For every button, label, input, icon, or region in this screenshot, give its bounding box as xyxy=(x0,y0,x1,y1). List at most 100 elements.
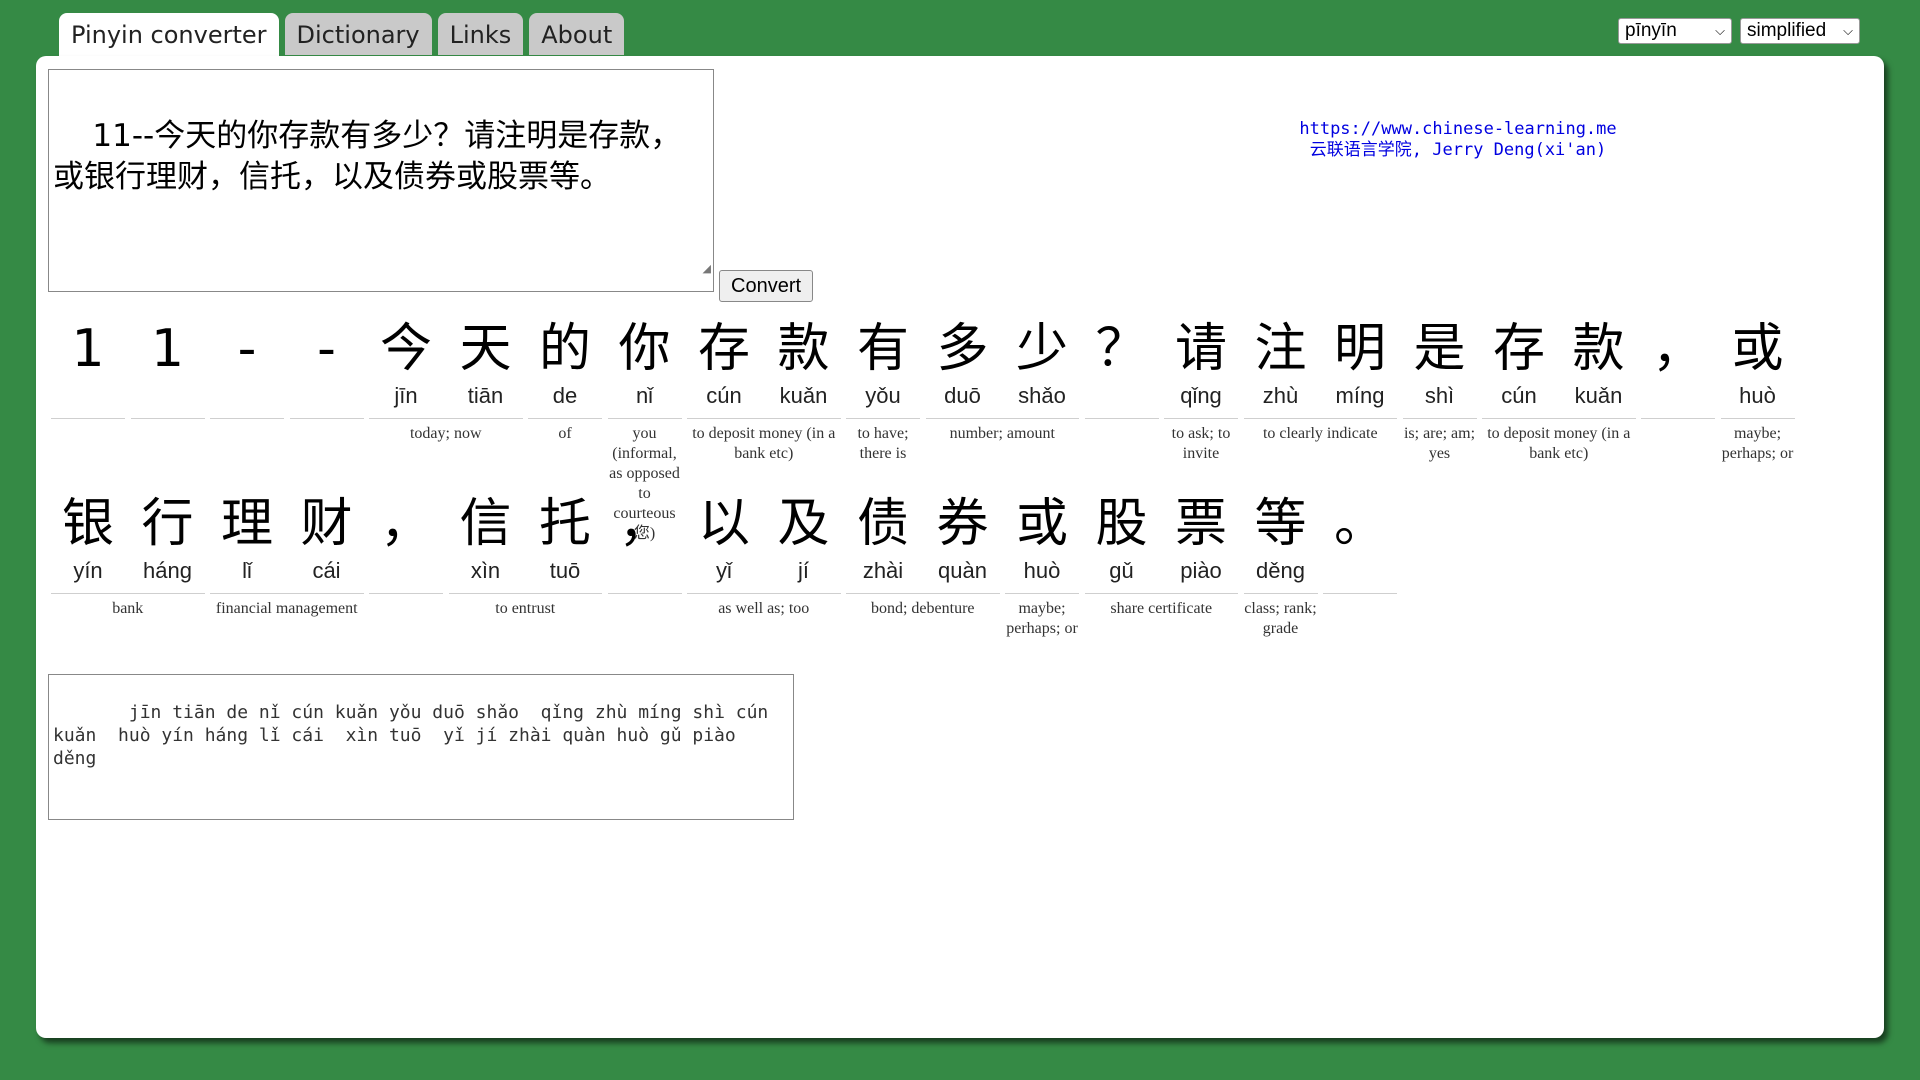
word-definition: to ask; to invite xyxy=(1171,425,1231,462)
hanzi: ， xyxy=(379,494,432,554)
resize-handle-icon[interactable]: ◢ xyxy=(703,248,711,289)
char-cell: 或 huò xyxy=(1005,491,1079,585)
word-divider xyxy=(687,593,841,594)
hanzi: 是 xyxy=(1413,319,1466,379)
pinyin: yǒu xyxy=(865,383,901,408)
hanzi: 或 xyxy=(1015,494,1068,554)
pinyin: quàn xyxy=(938,558,987,583)
hanzi: 。 xyxy=(1333,494,1386,554)
pinyin: cái xyxy=(312,558,341,583)
hanzi: - xyxy=(317,319,336,379)
pinyin: děng xyxy=(1256,558,1305,583)
hanzi: 存 xyxy=(697,319,750,379)
word-divider xyxy=(1164,418,1238,419)
tab-about[interactable]: About xyxy=(529,13,625,55)
word-divider xyxy=(846,418,920,419)
tone-mode-select[interactable]: pīnyīn ⌵ xyxy=(1618,18,1732,44)
pinyin: kuǎn xyxy=(1574,383,1623,408)
char-cell: 以 yǐ xyxy=(687,491,761,585)
word-definition: today; now xyxy=(409,425,482,442)
word-definition: bank xyxy=(112,600,144,617)
word-divider xyxy=(130,418,205,419)
hanzi: 1 xyxy=(71,319,105,379)
hanzi: ， xyxy=(1651,319,1704,379)
hanzi: 少 xyxy=(1015,319,1068,379)
pinyin: huò xyxy=(1739,383,1776,408)
word-divider xyxy=(51,593,205,594)
author-credit: 云联语言学院, Jerry Deng(xi'an) xyxy=(1309,140,1607,160)
word-divider xyxy=(210,418,284,419)
word-definition: to entrust xyxy=(495,600,556,617)
word-divider xyxy=(51,418,125,419)
pinyin xyxy=(369,557,443,585)
pinyin: gǔ xyxy=(1109,558,1134,583)
chinese-input[interactable]: 11--今天的你存款有多少？请注明是存款，或银行理财，信托，以及债券或股票等。 … xyxy=(48,69,714,292)
char-cell: 托 tuō xyxy=(528,491,602,585)
word-divider xyxy=(210,593,364,594)
pinyin xyxy=(1323,557,1397,585)
pinyin xyxy=(210,382,284,410)
char-cell: 注 zhù xyxy=(1244,316,1318,410)
word-divider xyxy=(925,418,1079,419)
pinyin-output-text: jīn tiān de nǐ cún kuǎn yǒu duō shǎo qǐn… xyxy=(53,702,780,769)
char-cell: 券 quàn xyxy=(926,491,1000,585)
tab-links[interactable]: Links xyxy=(437,13,524,55)
char-cell: ， xyxy=(1641,316,1715,410)
pinyin: piào xyxy=(1180,558,1222,583)
char-cell: ？ xyxy=(1085,316,1159,410)
word-divider xyxy=(1402,418,1477,419)
hanzi: 明 xyxy=(1333,319,1386,379)
word-divider xyxy=(1482,418,1636,419)
hanzi: 托 xyxy=(538,494,591,554)
word-divider xyxy=(528,418,602,419)
char-cell: 行 háng xyxy=(131,491,205,585)
char-cell: 明 míng xyxy=(1323,316,1397,410)
hanzi: 注 xyxy=(1254,319,1307,379)
char-cell: 存 cún xyxy=(1482,316,1556,410)
convert-button[interactable]: Convert xyxy=(719,270,814,302)
char-cell: 天 tiān xyxy=(449,316,523,410)
hanzi: 债 xyxy=(856,494,909,554)
char-cell: 今 jīn xyxy=(369,316,443,410)
word-definition: is; are; am; yes xyxy=(1403,425,1476,462)
char-cell: 是 shì xyxy=(1403,316,1477,410)
word-divider xyxy=(1720,418,1795,419)
hanzi: 理 xyxy=(220,494,273,554)
hanzi: ？ xyxy=(1095,319,1148,379)
script-select[interactable]: simplified ⌵ xyxy=(1740,18,1860,44)
options-bar: pīnyīn ⌵ simplified ⌵ xyxy=(1618,18,1860,44)
pinyin: huò xyxy=(1023,558,1061,583)
hanzi: 今 xyxy=(379,319,432,379)
main-panel: 11--今天的你存款有多少？请注明是存款，或银行理财，信托，以及债券或股票等。 … xyxy=(36,56,1884,1038)
tab-dictionary[interactable]: Dictionary xyxy=(284,13,432,55)
site-link[interactable]: https://www.chinese-learning.me xyxy=(1258,119,1658,140)
pinyin-output[interactable]: jīn tiān de nǐ cún kuǎn yǒu duō shǎo qǐn… xyxy=(48,674,794,820)
word-divider xyxy=(1323,593,1397,594)
word-definition: to have; there is xyxy=(857,425,909,462)
char-cell: 1 xyxy=(131,316,205,410)
pinyin xyxy=(290,382,364,410)
word-divider xyxy=(1243,418,1397,419)
pinyin: cún xyxy=(706,383,742,408)
tab-pinyin-converter[interactable]: Pinyin converter xyxy=(59,13,279,58)
pinyin: lǐ xyxy=(242,558,252,583)
hanzi: 有 xyxy=(856,319,909,379)
char-cell: 银 yín xyxy=(51,491,125,585)
word-definition: class; rank; grade xyxy=(1244,600,1317,637)
char-cell: 请 qǐng xyxy=(1164,316,1238,410)
pinyin: míng xyxy=(1335,383,1385,408)
script-value: simplified xyxy=(1747,20,1827,41)
pinyin xyxy=(131,382,205,410)
char-cell: 的 de xyxy=(528,316,602,410)
hanzi: 信 xyxy=(459,494,512,554)
word-divider xyxy=(846,593,1000,594)
char-cell: 1 xyxy=(51,316,125,410)
pinyin: xìn xyxy=(470,558,501,583)
char-cell: 及 jí xyxy=(767,491,841,585)
pinyin xyxy=(1641,382,1715,410)
hanzi: 天 xyxy=(459,319,512,379)
word-definition: share certificate xyxy=(1110,600,1213,617)
char-cell: ， xyxy=(608,491,682,585)
char-cell: 或 huò xyxy=(1721,316,1795,410)
credit-block: https://www.chinese-learning.me 云联语言学院, … xyxy=(1258,119,1658,161)
